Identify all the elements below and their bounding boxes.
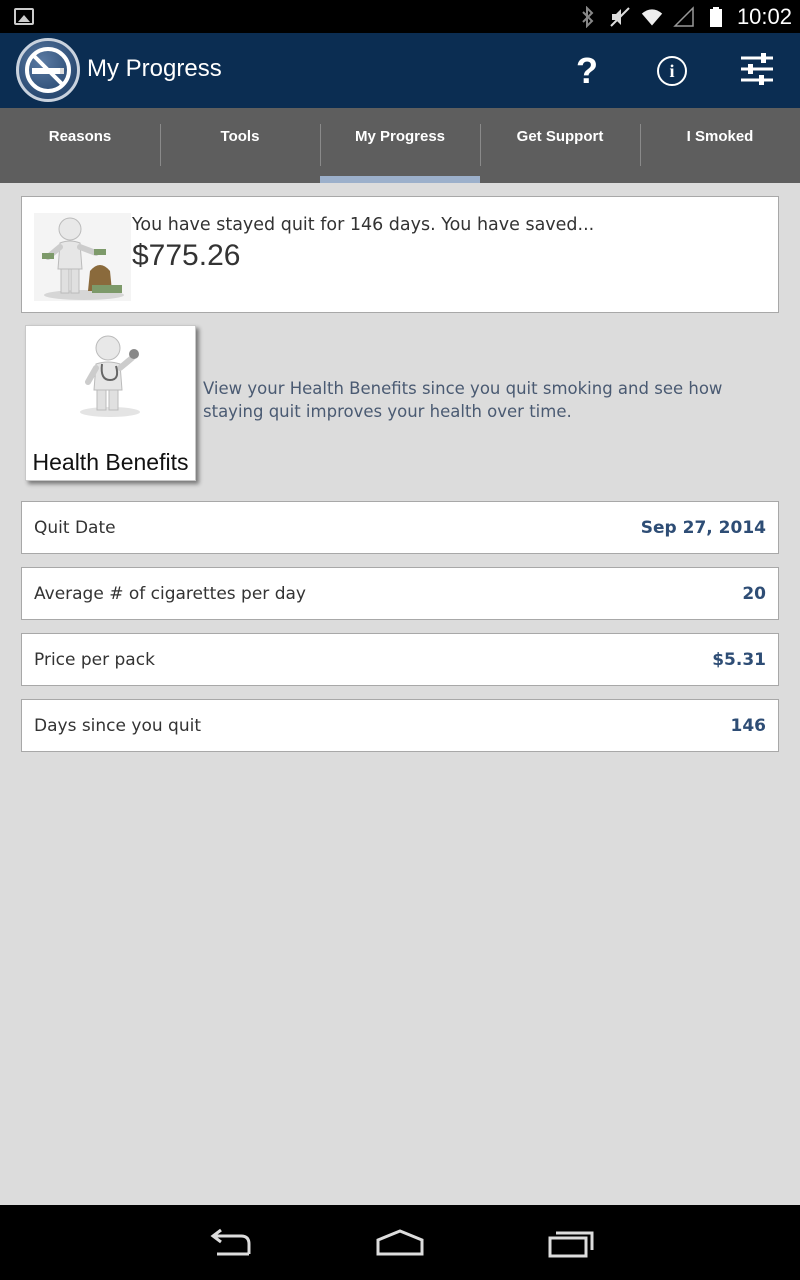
tab-get-support[interactable]: Get Support [480,108,640,183]
info-button[interactable]: i [652,51,692,91]
savings-amount: $775.26 [132,239,241,272]
info-glyph: i [669,60,675,81]
help-icon: ? [576,50,598,91]
back-button[interactable] [200,1225,260,1265]
info-icon: i [657,56,687,86]
help-button[interactable]: ? [567,50,607,91]
stat-row-days-since-quit[interactable]: Days since you quit 146 [21,699,779,752]
home-button[interactable] [370,1225,430,1265]
mute-icon [609,6,631,28]
tab-tools[interactable]: Tools [160,108,320,183]
stat-row-price-per-pack[interactable]: Price per pack $5.31 [21,633,779,686]
no-smoking-logo[interactable] [16,38,80,102]
person-with-money-icon [34,213,131,301]
stat-row-quit-date[interactable]: Quit Date Sep 27, 2014 [21,501,779,554]
stat-value: 20 [742,583,766,604]
stat-row-cigarettes-per-day[interactable]: Average # of cigarettes per day 20 [21,567,779,620]
signal-icon [673,5,695,28]
stat-label: Days since you quit [34,715,201,736]
tab-reasons[interactable]: Reasons [0,108,160,183]
image-icon [14,8,34,25]
tab-active-indicator [320,176,480,183]
status-time: 10:02 [736,3,792,29]
app-bar: My Progress ? i [0,33,800,108]
tab-my-progress[interactable]: My Progress [320,108,480,183]
savings-card: You have stayed quit for 146 days. You h… [21,196,779,313]
page-title: My Progress [87,55,222,82]
savings-summary: You have stayed quit for 146 days. You h… [132,215,595,235]
tab-label: My Progress [354,128,446,145]
stat-label: Price per pack [34,649,155,670]
settings-button[interactable] [737,51,777,91]
health-benefits-description: View your Health Benefits since you quit… [203,379,723,421]
tab-label: Get Support [516,128,604,145]
stat-label: Average # of cigarettes per day [34,583,306,604]
tab-label: I Smoked [686,128,754,145]
person-with-stethoscope-icon [78,330,148,422]
tab-bar: Reasons Tools My Progress Get Support I … [0,108,800,183]
bluetooth-icon [577,5,599,28]
stat-value: Sep 27, 2014 [640,517,766,538]
health-benefits-button[interactable]: Health Benefits [25,325,196,481]
battery-icon [705,6,727,28]
wifi-icon [641,6,663,28]
status-bar: 10:02 [0,0,800,33]
home-icon [374,1228,426,1262]
recents-icon [546,1228,596,1262]
tab-i-smoked[interactable]: I Smoked [640,108,800,183]
back-icon [205,1228,255,1262]
health-benefits-label: Health Benefits [32,449,189,475]
system-nav-bar [0,1205,800,1280]
stat-value: 146 [730,715,767,736]
stat-value: $5.31 [712,649,766,670]
stat-label: Quit Date [34,517,116,538]
recents-button[interactable] [541,1225,601,1265]
tab-label: Tools [220,128,260,145]
settings-sliders-icon [739,52,775,90]
tab-label: Reasons [48,128,112,145]
